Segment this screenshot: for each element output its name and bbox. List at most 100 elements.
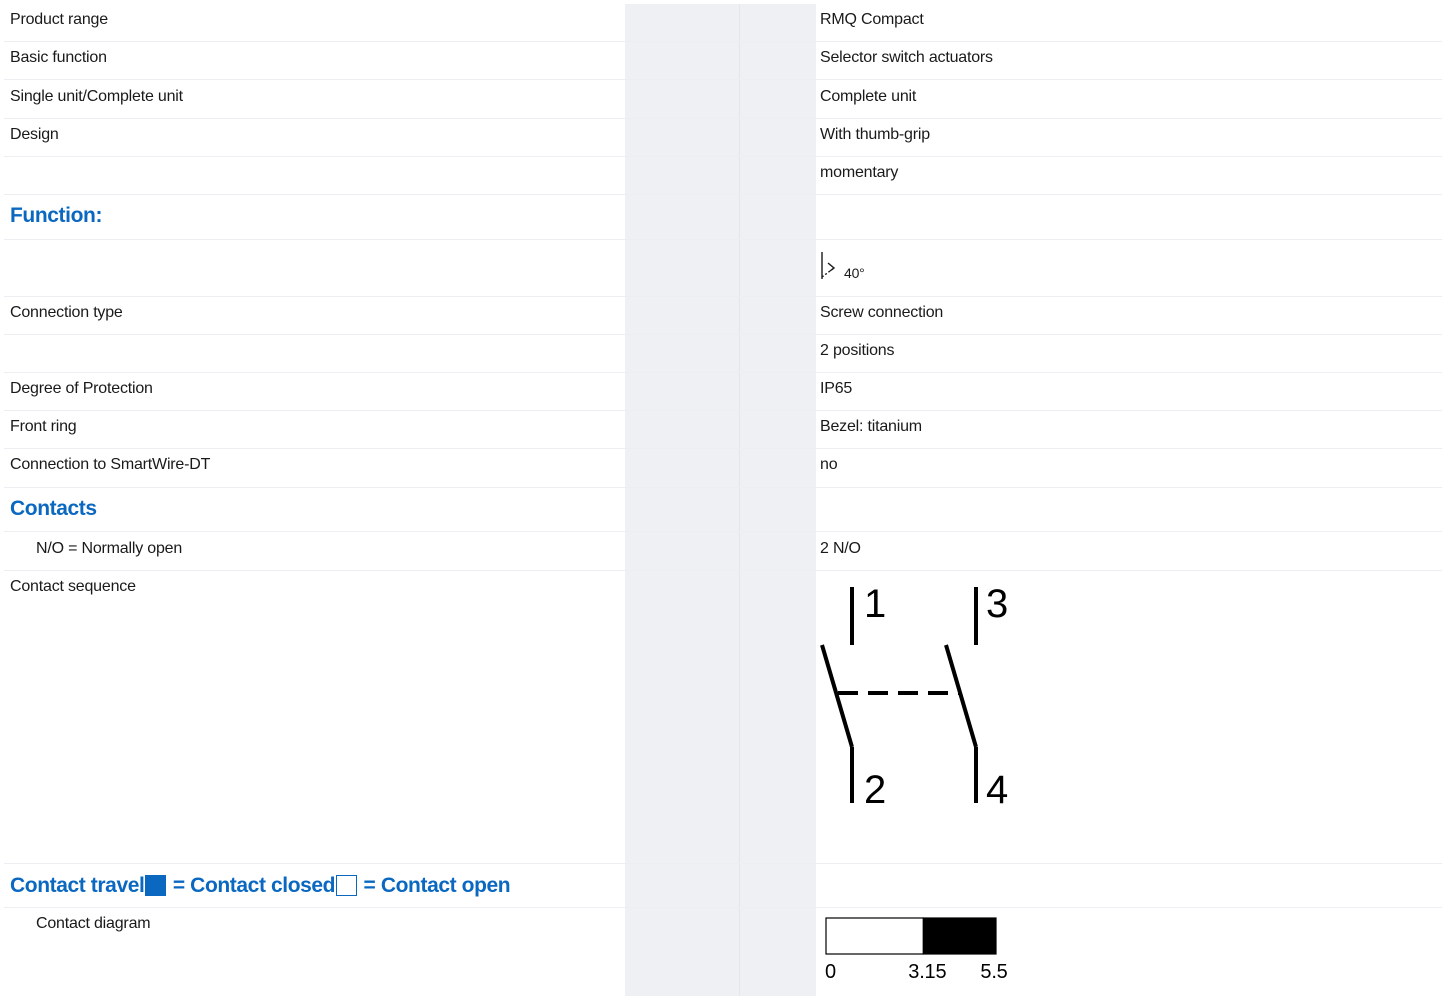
- gap-column: [739, 373, 816, 410]
- gap-column: [625, 488, 739, 531]
- gap-column: [739, 42, 816, 79]
- legend-closed-text: = Contact closed: [167, 873, 336, 897]
- row-connection-type: Connection type Screw connection: [4, 297, 1442, 335]
- contact-travel-diagram: 0 3.15 5.5: [825, 917, 1008, 983]
- label-contact-diagram: Contact diagram: [36, 915, 151, 932]
- function-symbol: 40°: [820, 250, 865, 280]
- row-front-ring: Front ring Bezel: titanium: [4, 411, 1442, 449]
- value-empty: [816, 488, 1442, 531]
- gap-column: [625, 195, 739, 239]
- tick-label-5-5: 5.5: [980, 961, 1007, 983]
- label-smartwire: Connection to SmartWire-DT: [10, 456, 211, 473]
- row-design: Design With thumb-grip: [4, 119, 1442, 157]
- gap-column: [625, 240, 739, 296]
- gap-column: [625, 571, 739, 863]
- function-angle-label: 40°: [844, 265, 865, 281]
- gap-column: [625, 80, 739, 118]
- row-basic-function: Basic function Selector switch actuators: [4, 42, 1442, 80]
- gap-column: [739, 532, 816, 570]
- value-empty: [816, 864, 1442, 907]
- label-front-ring: Front ring: [10, 418, 77, 435]
- row-contact-travel-heading: Contact travel = Contact closed = Contac…: [4, 864, 1442, 908]
- label-unit: Single unit/Complete unit: [10, 88, 183, 105]
- label-connection-type: Connection type: [10, 304, 123, 321]
- terminal-1-label: 1: [864, 582, 886, 626]
- gap-column: [739, 335, 816, 372]
- gap-column: [625, 449, 739, 487]
- row-unit: Single unit/Complete unit Complete unit: [4, 80, 1442, 119]
- label-positions: [4, 335, 625, 372]
- gap-column: [739, 297, 816, 334]
- row-product-range: Product range RMQ Compact: [4, 4, 1442, 42]
- contact-travel-title: Contact travel: [10, 873, 145, 897]
- product-spec-table: Product range RMQ Compact Basic function…: [4, 4, 1442, 996]
- gap-column: [625, 157, 739, 194]
- section-heading-contact-travel: Contact travel = Contact closed = Contac…: [4, 864, 625, 907]
- gap-column: [739, 240, 816, 296]
- gap-column: [625, 532, 739, 570]
- gap-column: [739, 908, 816, 996]
- terminal-2-label: 2: [864, 768, 886, 812]
- gap-column: [739, 411, 816, 448]
- section-heading-function: Function:: [10, 204, 103, 227]
- contact-3-blade: [944, 644, 978, 748]
- gap-column: [625, 335, 739, 372]
- value-contact-diagram: 0 3.15 5.5: [816, 908, 1442, 996]
- value-basic-function: Selector switch actuators: [820, 49, 993, 66]
- gap-column: [625, 864, 739, 907]
- contact-1-blade: [820, 644, 854, 748]
- gap-column: [739, 571, 816, 863]
- gap-column: [625, 373, 739, 410]
- label-contact-sequence: Contact sequence: [10, 578, 136, 595]
- legend-closed-swatch: [145, 875, 167, 896]
- value-empty: [816, 195, 1442, 239]
- value-design-extra: momentary: [820, 164, 899, 181]
- value-positions: 2 positions: [820, 342, 895, 359]
- gap-column: [625, 908, 739, 996]
- gap-column: [625, 297, 739, 334]
- gap-column: [739, 864, 816, 907]
- contact-closed-segment: [922, 917, 997, 955]
- label-protection: Degree of Protection: [10, 380, 153, 397]
- selector-switch-icon: [821, 252, 836, 279]
- row-contact-sequence: Contact sequence 1 2 3 4: [4, 571, 1442, 864]
- row-normally-open: N/O = Normally open 2 N/O: [4, 532, 1442, 571]
- row-protection: Degree of Protection IP65: [4, 373, 1442, 411]
- gap-column: [625, 42, 739, 79]
- gap-column: [739, 449, 816, 487]
- value-unit: Complete unit: [820, 88, 917, 105]
- value-connection-type: Screw connection: [820, 304, 944, 321]
- row-positions: 2 positions: [4, 335, 1442, 373]
- value-design: With thumb-grip: [820, 126, 930, 143]
- value-normally-open: 2 N/O: [820, 540, 861, 557]
- value-protection: IP65: [820, 380, 853, 397]
- row-function-heading: Function:: [4, 195, 1442, 240]
- value-front-ring: Bezel: titanium: [820, 418, 922, 435]
- terminal-4-label: 4: [986, 768, 1008, 812]
- value-contact-sequence: 1 2 3 4: [816, 571, 1442, 863]
- terminal-3-label: 3: [986, 582, 1008, 626]
- value-function-icon: 40°: [816, 240, 1442, 296]
- gap-column: [739, 4, 816, 41]
- gap-column: [739, 195, 816, 239]
- gap-column: [625, 411, 739, 448]
- legend-open-swatch: [336, 875, 358, 896]
- value-product-range: RMQ Compact: [820, 11, 924, 28]
- gap-column: [739, 80, 816, 118]
- label-basic-function: Basic function: [10, 49, 107, 66]
- section-heading-contacts: Contacts: [10, 497, 97, 520]
- value-smartwire: no: [820, 456, 838, 473]
- contact-open-segment: [825, 917, 924, 955]
- row-contact-diagram: Contact diagram 0 3.15 5.5: [4, 908, 1442, 996]
- gap-column: [625, 119, 739, 156]
- legend-open-text: = Contact open: [358, 873, 511, 897]
- gap-column: [739, 157, 816, 194]
- tick-label-0: 0: [825, 961, 836, 983]
- label-empty: [4, 240, 625, 296]
- gap-column: [739, 488, 816, 531]
- row-smartwire: Connection to SmartWire-DT no: [4, 449, 1442, 488]
- label-normally-open: N/O = Normally open: [36, 540, 183, 557]
- row-function-icon: 40°: [4, 240, 1442, 297]
- gap-column: [625, 4, 739, 41]
- contact-sequence-diagram: 1 2 3 4: [820, 582, 1008, 812]
